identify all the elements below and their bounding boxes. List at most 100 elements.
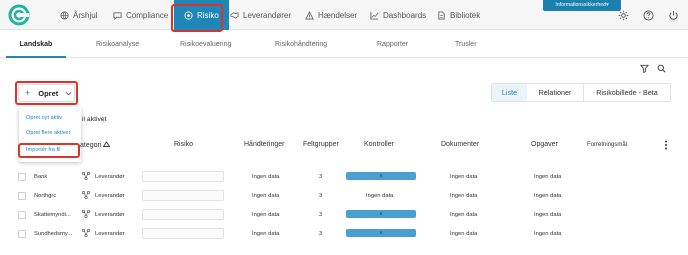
cell-handling: Ingen data bbox=[252, 231, 280, 237]
cell-name[interactable]: Sundhedsmy... bbox=[34, 231, 72, 237]
sub-tabs: Landskab Risikoanalyse Risikoevaluering … bbox=[0, 34, 688, 58]
row-checkbox[interactable] bbox=[18, 173, 26, 181]
nav-label: Leverandører bbox=[243, 10, 292, 20]
header-kontroller[interactable]: Kontroller bbox=[364, 141, 394, 148]
help-icon[interactable] bbox=[643, 10, 654, 21]
cell-fields: 3 bbox=[319, 212, 323, 218]
nav-dashboards[interactable]: Dashboards bbox=[370, 0, 426, 30]
nav-haendelser[interactable]: Hændelser bbox=[305, 0, 357, 30]
category-network-icon bbox=[82, 210, 90, 218]
search-icon[interactable] bbox=[657, 64, 666, 73]
document-icon bbox=[438, 10, 445, 20]
view-liste[interactable]: Liste bbox=[492, 84, 527, 101]
header-forretningsmaal[interactable]: Forretningsmål bbox=[587, 142, 627, 148]
nav-compliance[interactable]: Compliance bbox=[113, 0, 168, 30]
view-relationer[interactable]: Relationer bbox=[528, 84, 582, 101]
category-network-icon bbox=[82, 172, 90, 180]
cell-category: Leverandør bbox=[95, 174, 125, 180]
row-checkbox[interactable] bbox=[18, 211, 26, 219]
header-dokumenter[interactable]: Dokumenter bbox=[441, 141, 479, 148]
chat-icon bbox=[113, 11, 122, 20]
tab-risikoevaluering[interactable]: Risikoevaluering bbox=[180, 34, 231, 58]
cell-documents: Ingen data bbox=[450, 193, 478, 199]
organization-badge[interactable]: Informationssikkerhed▾ bbox=[543, 0, 621, 11]
more-vertical-icon[interactable] bbox=[664, 140, 668, 150]
tab-landskab[interactable]: Landskab bbox=[6, 34, 66, 58]
header-feltgrupper[interactable]: Feltgrupper bbox=[303, 141, 339, 148]
nav-bibliotek[interactable]: Bibliotek bbox=[437, 0, 480, 30]
globe-icon bbox=[60, 10, 69, 20]
plus-icon: + bbox=[25, 88, 31, 98]
nav-label: Hændelser bbox=[318, 10, 358, 20]
menu-item-opret-nyt-aktiv[interactable]: Opret nyt aktiv bbox=[26, 115, 62, 121]
nav-aarshjul[interactable]: Årshjul bbox=[60, 0, 97, 30]
cell-documents: Ingen data bbox=[450, 231, 478, 237]
category-network-icon bbox=[82, 229, 90, 237]
view-risikobillede[interactable]: Risikobillede - Beta bbox=[583, 84, 670, 101]
gear-icon[interactable] bbox=[618, 10, 629, 21]
cell-category: Leverandør bbox=[95, 231, 125, 237]
table-row[interactable]: Bank Leverandør Ingen data 3 6 Ingen dat… bbox=[14, 169, 674, 188]
table-row[interactable]: Skattemyndi... Leverandør Ingen data 3 6… bbox=[14, 207, 674, 226]
risk-box bbox=[142, 228, 224, 239]
sort-up-icon bbox=[103, 141, 111, 147]
cell-tasks: Ingen data bbox=[534, 193, 562, 199]
controls-bar[interactable]: 6 bbox=[346, 172, 416, 180]
risk-box bbox=[142, 209, 224, 220]
chevron-down-icon bbox=[65, 91, 72, 95]
cell-tasks: Ingen data bbox=[534, 212, 562, 218]
nav-label: Dashboards bbox=[383, 10, 427, 20]
nav-leverandoerer[interactable]: Leverandører bbox=[230, 0, 291, 30]
cell-handling: Ingen data bbox=[252, 174, 280, 180]
opret-button[interactable]: + Opret bbox=[18, 84, 75, 102]
import-highlight-outline bbox=[18, 143, 80, 158]
partially-hidden-text: il aktivet bbox=[82, 116, 107, 123]
filter-icon[interactable] bbox=[640, 64, 649, 73]
risk-box bbox=[142, 190, 224, 201]
view-switch: Liste Relationer Risikobillede - Beta bbox=[491, 83, 671, 102]
table-row[interactable]: Northgrc Leverandør Ingen data 3 Ingen d… bbox=[14, 188, 674, 207]
cell-handling: Ingen data bbox=[252, 193, 280, 199]
header-kategori[interactable]: ategori bbox=[80, 141, 111, 149]
warning-icon bbox=[305, 10, 314, 20]
cell-controls: Ingen data bbox=[366, 193, 394, 199]
cell-fields: 3 bbox=[319, 174, 323, 180]
tab-risikohaandtering[interactable]: Risikohåndtering bbox=[275, 34, 327, 58]
menu-item-opret-flere-aktiver[interactable]: Opret flere aktiver bbox=[26, 130, 70, 136]
cell-documents: Ingen data bbox=[450, 174, 478, 180]
cell-name[interactable]: Bank bbox=[34, 174, 47, 180]
controls-bar[interactable]: 6 bbox=[346, 210, 416, 218]
cell-name[interactable]: Northgrc bbox=[34, 193, 56, 199]
controls-bar[interactable]: 6 bbox=[346, 229, 416, 237]
risiko-highlight-outline bbox=[171, 4, 223, 32]
nav-label: Årshjul bbox=[73, 10, 98, 20]
tab-trusler[interactable]: Trusler bbox=[455, 34, 477, 58]
cell-fields: 3 bbox=[319, 231, 323, 237]
cell-category: Leverandør bbox=[95, 212, 125, 218]
power-icon[interactable] bbox=[668, 10, 679, 21]
header-haandteringer[interactable]: Håndteringer bbox=[244, 141, 284, 148]
category-network-icon bbox=[82, 191, 90, 199]
row-checkbox[interactable] bbox=[18, 192, 26, 200]
app-logo-icon[interactable] bbox=[8, 4, 30, 26]
cell-documents: Ingen data bbox=[450, 212, 478, 218]
row-checkbox[interactable] bbox=[18, 230, 26, 238]
header-risiko[interactable]: Risiko bbox=[174, 141, 193, 148]
nav-label: Bibliotek bbox=[450, 10, 481, 20]
header-kategori-label: ategori bbox=[80, 142, 102, 149]
cell-name[interactable]: Skattemyndi... bbox=[34, 212, 71, 218]
risk-box bbox=[142, 171, 224, 182]
header-opgaver[interactable]: Opgaver bbox=[531, 141, 558, 148]
cell-fields: 3 bbox=[319, 193, 323, 199]
chart-icon bbox=[370, 11, 379, 20]
cell-tasks: Ingen data bbox=[534, 174, 562, 180]
organization-badge-label: Informationssikkerhed bbox=[555, 2, 607, 8]
tab-rapporter[interactable]: Rapporter bbox=[377, 34, 408, 58]
handshake-icon bbox=[230, 11, 239, 19]
nav-label: Compliance bbox=[126, 10, 169, 20]
cell-category: Leverandør bbox=[95, 193, 125, 199]
top-navigation-bar: Årshjul Compliance Risiko Leverandører H… bbox=[0, 0, 688, 32]
table-row[interactable]: Sundhedsmy... Leverandør Ingen data 3 6 … bbox=[14, 226, 674, 245]
tab-risikoanalyse[interactable]: Risikoanalyse bbox=[96, 34, 139, 58]
cell-tasks: Ingen data bbox=[534, 231, 562, 237]
